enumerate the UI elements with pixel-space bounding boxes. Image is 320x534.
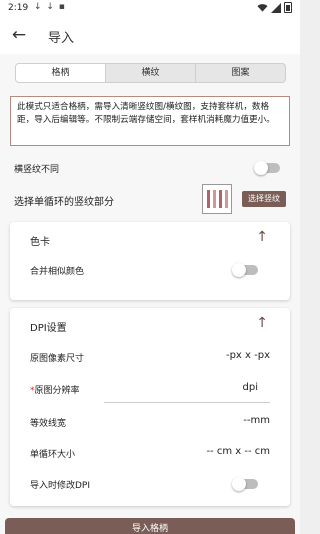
switch-knob <box>232 477 246 491</box>
resolution-label: *原图分辨率 <box>30 386 80 396</box>
collapse-arrow-icon[interactable]: ↑ <box>256 315 268 331</box>
switch-knob <box>254 161 268 175</box>
collapse-arrow-icon[interactable]: ↑ <box>256 229 268 245</box>
different-stripes-row: 横竖纹不同 <box>14 160 284 176</box>
status-time: 2:19 <box>8 3 29 13</box>
select-stripe-label: 选择单循环的竖纹部分 <box>14 197 114 208</box>
wifi-icon <box>257 3 268 12</box>
modify-dpi-switch[interactable] <box>232 477 258 491</box>
dpi-title: DPI设置 <box>30 323 67 334</box>
line-width-value: --mm <box>243 415 270 426</box>
color-card-panel: 色卡 ↑ 合并相似颜色 <box>10 222 290 300</box>
line-width-label: 等效线宽 <box>30 419 67 429</box>
tab-bar: 格柄 横纹 图案 <box>15 63 286 83</box>
select-stripe-button[interactable]: 选择竖纹 <box>242 191 286 207</box>
system-icons <box>257 2 292 13</box>
back-button[interactable]: ← <box>8 24 30 46</box>
merge-colors-label: 合并相似颜色 <box>30 267 85 277</box>
arrow-left-icon: ← <box>11 25 27 45</box>
main-content: 格柄 横纹 图案 此模式只适合格柄，需导入清晰竖纹图/横纹图，支持套样机，数格距… <box>0 54 300 534</box>
tab-pattern[interactable]: 图案 <box>195 64 285 82</box>
modify-dpi-label: 导入时修改DPI <box>30 481 91 491</box>
dpi-settings-panel: DPI设置 ↑ 原图像素尺寸 -px x -px *原图分辨率 dpi 等效线宽… <box>10 308 290 506</box>
resolution-input[interactable]: dpi <box>243 382 258 393</box>
notification-icons: ↓ ↓ ▪ <box>34 2 66 12</box>
color-card-title: 色卡 <box>30 237 50 248</box>
tab-grid[interactable]: 格柄 <box>16 64 105 82</box>
different-stripes-switch[interactable] <box>254 161 280 175</box>
merge-colors-switch[interactable] <box>232 263 258 277</box>
battery-icon <box>284 2 292 13</box>
repeat-size-label: 单循环大小 <box>30 450 76 460</box>
stripe-preview-image[interactable] <box>202 184 232 214</box>
select-stripe-row: 选择单循环的竖纹部分 选择竖纹 <box>14 184 286 214</box>
switch-knob <box>232 263 246 277</box>
tab-horizontal-stripes[interactable]: 横纹 <box>105 64 195 82</box>
app-bar: ← 导入 <box>0 18 300 54</box>
repeat-size-value: -- cm x -- cm <box>206 446 270 457</box>
mode-notice: 此模式只适合格柄，需导入清晰竖纹图/横纹图，支持套样机，数格距，导入后编辑等。不… <box>10 96 290 146</box>
signal-icon <box>271 2 281 13</box>
page-title: 导入 <box>48 31 75 46</box>
resolution-underline <box>104 402 270 403</box>
different-stripes-label: 横竖纹不同 <box>14 165 60 175</box>
pixel-size-label: 原图像素尺寸 <box>30 354 85 364</box>
import-button[interactable]: 导入格柄 <box>5 518 295 534</box>
status-bar: 2:19 ↓ ↓ ▪ <box>0 0 300 18</box>
pixel-size-value: -px x -px <box>225 350 270 361</box>
